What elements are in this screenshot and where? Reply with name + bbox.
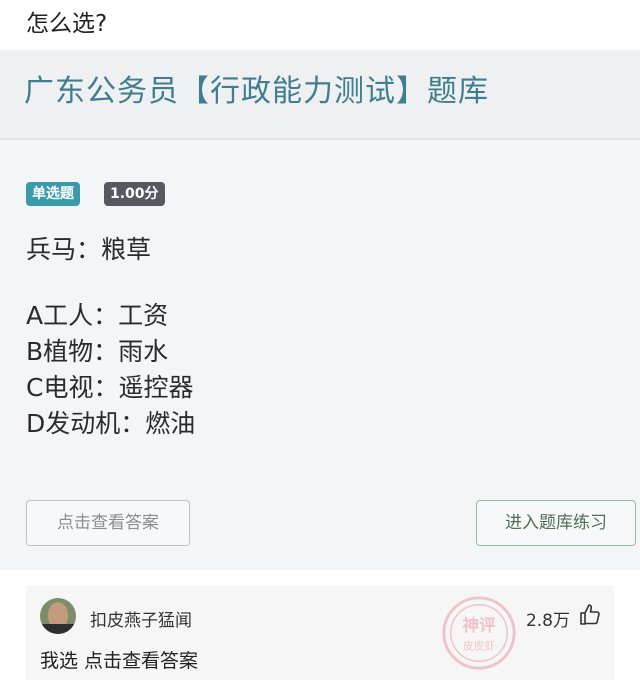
practice-button[interactable]: 进入题库练习 (476, 500, 636, 546)
score-badge: 1.00分 (104, 182, 165, 206)
question-bank-title: 广东公务员【行政能力测试】题库 (24, 74, 489, 109)
stamp-top-text: 神评 (462, 615, 496, 635)
avatar-shirt (40, 624, 76, 634)
screenshot-header: 广东公务员【行政能力测试】题库 (0, 50, 640, 140)
option-a[interactable]: A工人：工资 (26, 298, 195, 334)
user-avatar[interactable] (40, 598, 76, 634)
view-answer-button[interactable]: 点击查看答案 (26, 500, 190, 546)
comment-username[interactable]: 扣皮燕子猛闻 (90, 606, 192, 631)
options-list: A工人：工资 B植物：雨水 C电视：遥控器 D发动机：燃油 (26, 298, 195, 442)
option-d[interactable]: D发动机：燃油 (26, 406, 195, 442)
question-stem: 兵马：粮草 (26, 235, 152, 264)
like-count: 2.8万 (525, 611, 570, 631)
question-screenshot: 广东公务员【行政能力测试】题库 单选题 1.00分 兵马：粮草 A工人：工资 B… (0, 50, 640, 570)
question-type-badge: 单选题 (26, 182, 80, 206)
comment-card: 扣皮燕子猛闻 我选 点击查看答案 神评 皮皮虾 2.8万 (26, 586, 614, 680)
post-question: 怎么选? (26, 11, 108, 37)
thumbs-up-icon[interactable] (578, 603, 602, 627)
shenping-stamp-icon: 神评 皮皮虾 (442, 596, 516, 670)
stamp-bottom-text: 皮皮虾 (463, 640, 495, 653)
comment-text: 我选 点击查看答案 (40, 650, 199, 672)
option-c[interactable]: C电视：遥控器 (26, 370, 195, 406)
option-b[interactable]: B植物：雨水 (26, 334, 195, 370)
